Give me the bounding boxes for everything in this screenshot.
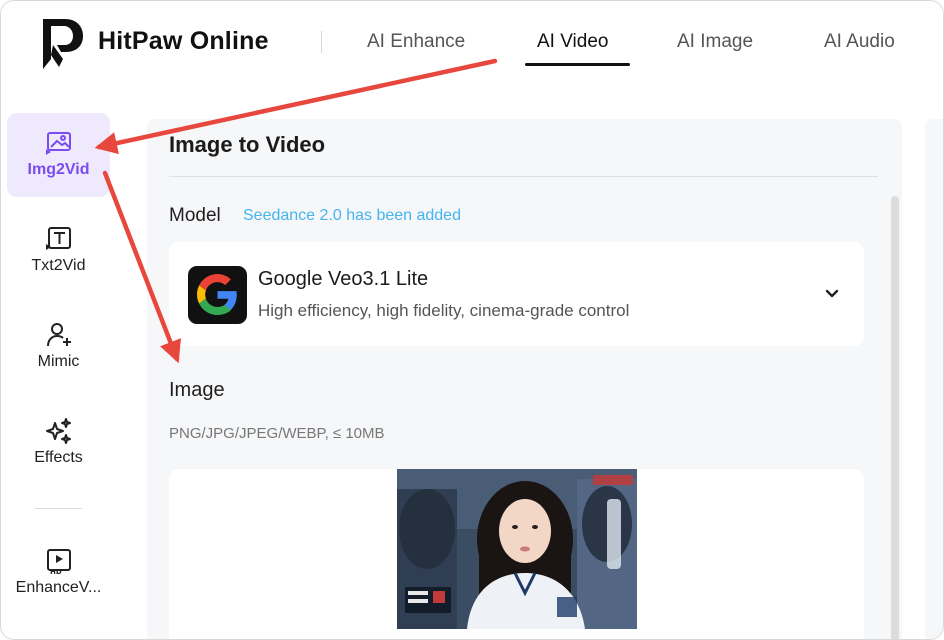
sidebar-item-txt2vid[interactable]: Txt2Vid — [7, 209, 110, 293]
image-label: Image — [169, 379, 225, 401]
model-name: Google Veo3.1 Lite — [258, 268, 429, 290]
tab-ai-enhance[interactable]: AI Enhance — [367, 31, 465, 53]
sidebar-divider — [35, 508, 82, 509]
hitpaw-logo-icon[interactable] — [39, 15, 85, 71]
app-window: HitPaw Online AI Enhance AI Video AI Ima… — [0, 0, 944, 640]
model-description: High efficiency, high fidelity, cinema-g… — [258, 301, 630, 320]
user-sparkle-icon — [46, 323, 71, 347]
sidebar-item-label: Effects — [34, 449, 83, 466]
title-divider — [169, 176, 878, 177]
image-to-video-icon — [45, 132, 71, 155]
sidebar-item-mimic[interactable]: Mimic — [7, 305, 110, 389]
sparkles-icon — [45, 418, 71, 444]
sidebar: Img2Vid Txt2Vid Mimic Effects HD Enhance… — [1, 101, 116, 639]
text-to-video-icon — [45, 227, 71, 250]
hd-video-icon: HD — [46, 549, 71, 575]
tab-ai-image[interactable]: AI Image — [677, 31, 753, 53]
page-title: Image to Video — [169, 132, 326, 157]
model-label: Model — [169, 205, 221, 226]
sidebar-item-label: Img2Vid — [27, 161, 90, 178]
model-logo — [188, 266, 247, 324]
active-tab-indicator — [525, 63, 630, 66]
top-header: HitPaw Online AI Enhance AI Video AI Ima… — [1, 1, 943, 85]
svg-text:HD: HD — [50, 568, 62, 575]
vertical-scrollbar[interactable] — [891, 196, 899, 639]
header-divider — [321, 31, 322, 53]
sidebar-item-effects[interactable]: Effects — [7, 401, 110, 485]
image-format-hint: PNG/JPG/JPEG/WEBP, ≤ 10MB — [169, 425, 385, 442]
sidebar-item-label: Mimic — [37, 353, 80, 370]
sidebar-item-enhance-video[interactable]: HD EnhanceV... — [7, 531, 110, 615]
chevron-down-icon[interactable] — [821, 282, 843, 304]
sidebar-item-label: EnhanceV... — [15, 579, 102, 596]
brand-name[interactable]: HitPaw Online — [98, 27, 269, 56]
sidebar-item-label: Txt2Vid — [31, 257, 86, 274]
tab-ai-video[interactable]: AI Video — [537, 31, 608, 53]
uploaded-image-preview[interactable] — [397, 469, 637, 629]
google-g-icon — [197, 274, 237, 315]
sidebar-item-img2vid[interactable]: Img2Vid — [7, 113, 110, 197]
tab-ai-audio[interactable]: AI Audio — [824, 31, 895, 53]
model-selector[interactable]: Google Veo3.1 Lite High efficiency, high… — [169, 242, 864, 346]
side-panel-edge — [925, 119, 943, 639]
model-announcement: Seedance 2.0 has been added — [243, 207, 461, 224]
